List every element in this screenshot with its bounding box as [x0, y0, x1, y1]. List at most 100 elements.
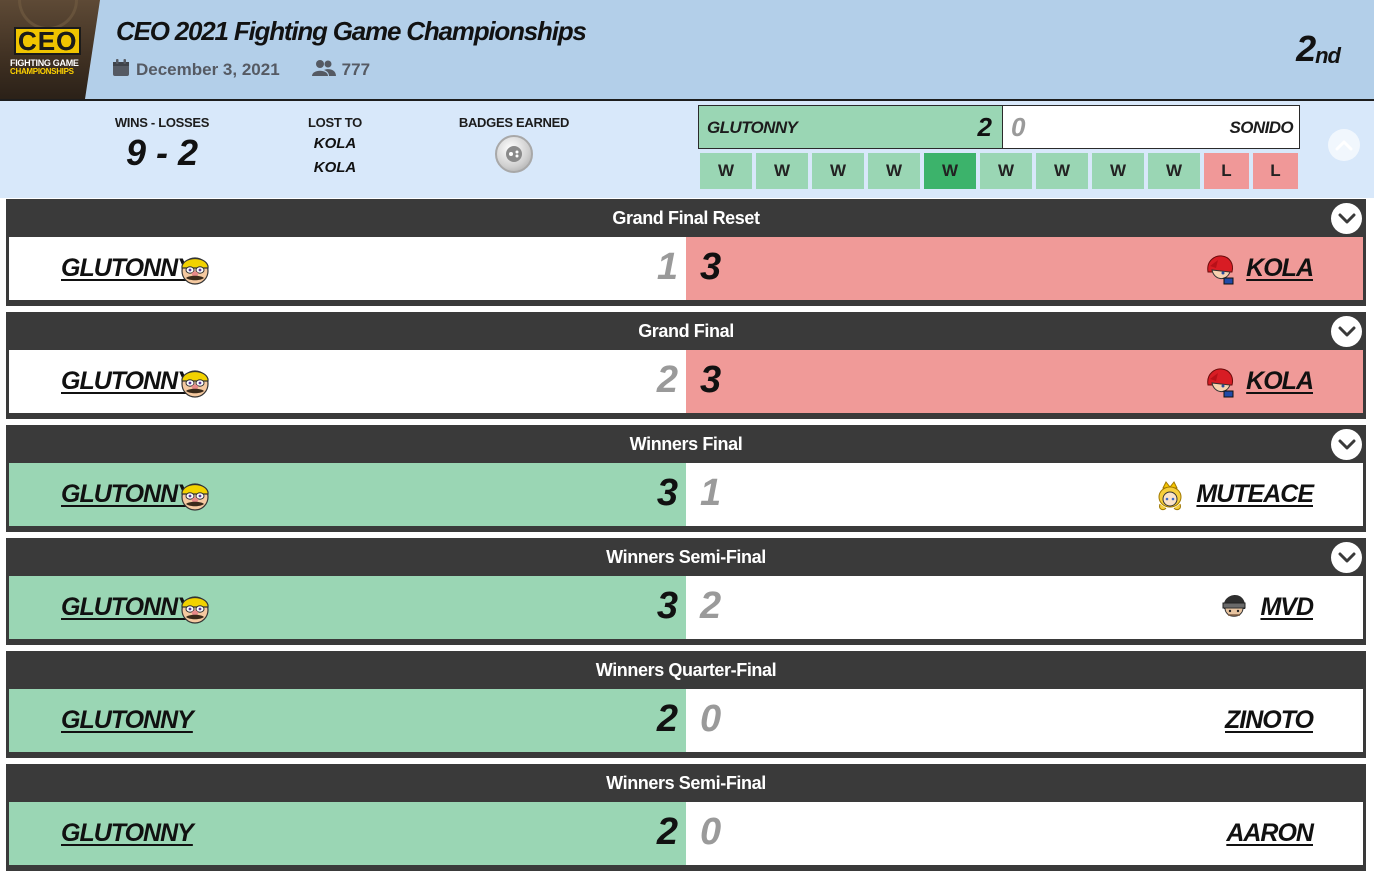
wins-losses-label: WINS - LOSSES — [114, 115, 210, 130]
player-1-score: 3 — [656, 585, 678, 627]
placement: 2nd — [1296, 28, 1341, 69]
player-2-score: 0 — [700, 811, 722, 853]
player-1-name[interactable]: GLUTONNY — [61, 593, 194, 622]
win-cell[interactable]: W — [980, 153, 1032, 189]
controller-badge-icon[interactable] — [495, 135, 533, 173]
expand-match-button[interactable] — [1331, 203, 1362, 234]
player-2-name[interactable]: KOLA — [1246, 254, 1314, 283]
expand-match-button[interactable] — [1331, 429, 1362, 460]
expand-match-button[interactable] — [1331, 316, 1362, 347]
scoreboard-left: GLUTONNY 2 — [699, 106, 1002, 148]
match-card[interactable]: Grand Final Reset GLUTONNY 1 3 KOLA — [6, 199, 1366, 306]
scoreboard-right-score: 0 — [1011, 112, 1026, 142]
match-body: GLUTONNY 3 1 MUTEACE — [9, 463, 1363, 526]
player-2-panel: 0 AARON — [686, 802, 1363, 865]
player-1-name[interactable]: GLUTONNY — [61, 367, 194, 396]
round-title: Winners Semi-Final — [606, 772, 766, 793]
scoreboard-right-name: SONIDO — [1229, 118, 1294, 137]
player-1-score: 2 — [656, 811, 678, 853]
match-card[interactable]: Winners Quarter-Final GLUTONNY 2 0 ZINOTO — [6, 651, 1366, 758]
win-cell[interactable]: W — [1148, 153, 1200, 189]
player-2-panel: 0 ZINOTO — [686, 689, 1363, 752]
scoreboard-left-score: 2 — [977, 112, 992, 142]
lost-to-label: LOST TO — [308, 115, 362, 130]
logo-wordmark: CEO — [14, 26, 83, 57]
player-1-panel: GLUTONNY 3 — [9, 576, 686, 639]
round-title: Winners Semi-Final — [606, 546, 766, 567]
chevron-down-icon — [1338, 213, 1355, 223]
match-body: GLUTONNY 2 3 KOLA — [9, 350, 1363, 413]
player-1-score: 2 — [656, 698, 678, 740]
collapse-stats-button[interactable] — [1328, 129, 1360, 161]
player-2-panel: 2 MVD — [686, 576, 1363, 639]
match-body: GLUTONNY 1 3 KOLA — [9, 237, 1363, 300]
snake-icon — [1218, 593, 1250, 625]
round-title: Winners Quarter-Final — [595, 659, 777, 680]
match-body: GLUTONNY 2 0 ZINOTO — [9, 689, 1363, 752]
wario-icon — [179, 254, 211, 286]
chevron-down-icon — [1338, 552, 1355, 562]
results-strip: WWWWWWWWWLL — [700, 153, 1298, 189]
player-2-score: 3 — [700, 246, 722, 288]
player-1-name[interactable]: GLUTONNY — [61, 254, 194, 283]
match-body: GLUTONNY 3 2 MVD — [9, 576, 1363, 639]
match-card[interactable]: Grand Final GLUTONNY 2 3 KOLA — [6, 312, 1366, 419]
wario-icon — [179, 480, 211, 512]
event-meta: December 3, 2021 777 — [112, 58, 370, 82]
win-cell[interactable]: W — [924, 153, 976, 189]
player-2-name[interactable]: MUTEACE — [1196, 480, 1314, 509]
player-2-name[interactable]: KOLA — [1246, 367, 1314, 396]
placement-suffix: nd — [1315, 43, 1341, 68]
player-2-score: 1 — [700, 472, 722, 514]
player-1-score: 3 — [656, 472, 678, 514]
logo-subtitle-2: CHAMPIONSHIPS — [10, 67, 74, 76]
player-1-score: 2 — [656, 359, 678, 401]
win-cell[interactable]: W — [1092, 153, 1144, 189]
lost-to-opponent[interactable]: KOLA — [290, 132, 380, 156]
round-title: Grand Final Reset — [612, 207, 760, 228]
wins-losses-value: 9 - 2 — [125, 132, 199, 173]
win-cell[interactable]: W — [812, 153, 864, 189]
player-1-panel: GLUTONNY 2 — [9, 689, 686, 752]
entrant-count: 777 — [341, 60, 371, 79]
player-1-score: 1 — [656, 246, 678, 288]
match-card[interactable]: Winners Semi-Final GLUTONNY 3 2 MVD — [6, 538, 1366, 645]
match-body: GLUTONNY 2 0 AARON — [9, 802, 1363, 865]
player-1-name[interactable]: GLUTONNY — [61, 819, 194, 848]
event-header: CEO FIGHTING GAME CHAMPIONSHIPS CEO 2021… — [0, 0, 1374, 101]
player-2-score: 3 — [700, 359, 722, 401]
player-2-name[interactable]: AARON — [1226, 819, 1314, 848]
player-2-name[interactable]: MVD — [1260, 593, 1314, 622]
win-cell[interactable]: W — [868, 153, 920, 189]
users-icon — [311, 59, 336, 82]
current-set-scoreboard[interactable]: GLUTONNY 2 0 SONIDO — [698, 105, 1300, 149]
event-date: December 3, 2021 — [136, 60, 280, 79]
player-1-panel: GLUTONNY 2 — [9, 802, 686, 865]
loss-cell[interactable]: L — [1253, 153, 1298, 189]
player-1-name[interactable]: GLUTONNY — [61, 706, 194, 735]
stats-bar: WINS - LOSSES 9 - 2 LOST TO KOLA KOLA BA… — [0, 101, 1374, 198]
win-cell[interactable]: W — [700, 153, 752, 189]
round-title: Grand Final — [638, 320, 734, 341]
player-1-name[interactable]: GLUTONNY — [61, 480, 194, 509]
badges-stat: BADGES EARNED — [454, 115, 574, 173]
event-logo[interactable]: CEO FIGHTING GAME CHAMPIONSHIPS — [0, 0, 100, 99]
player-2-name[interactable]: ZINOTO — [1225, 706, 1314, 735]
wario-icon — [179, 593, 211, 625]
lost-to-stat: LOST TO KOLA KOLA — [290, 115, 380, 180]
player-2-panel: 3 KOLA — [686, 237, 1363, 300]
wins-losses-stat: WINS - LOSSES 9 - 2 — [102, 115, 222, 174]
lost-to-opponent[interactable]: KOLA — [290, 156, 380, 180]
expand-match-button[interactable] — [1331, 542, 1362, 573]
event-title[interactable]: CEO 2021 Fighting Game Championships — [116, 16, 587, 47]
win-cell[interactable]: W — [756, 153, 808, 189]
chevron-up-icon — [1335, 140, 1353, 151]
chevron-down-icon — [1338, 326, 1355, 336]
match-card[interactable]: Winners Final GLUTONNY 3 1 MUTEACE — [6, 425, 1366, 532]
roy-icon — [1204, 254, 1236, 286]
badges-label: BADGES EARNED — [458, 115, 570, 130]
win-cell[interactable]: W — [1036, 153, 1088, 189]
loss-cell[interactable]: L — [1204, 153, 1249, 189]
scoreboard-right: 0 SONIDO — [1002, 106, 1299, 148]
match-card[interactable]: Winners Semi-Final GLUTONNY 2 0 AARON — [6, 764, 1366, 871]
